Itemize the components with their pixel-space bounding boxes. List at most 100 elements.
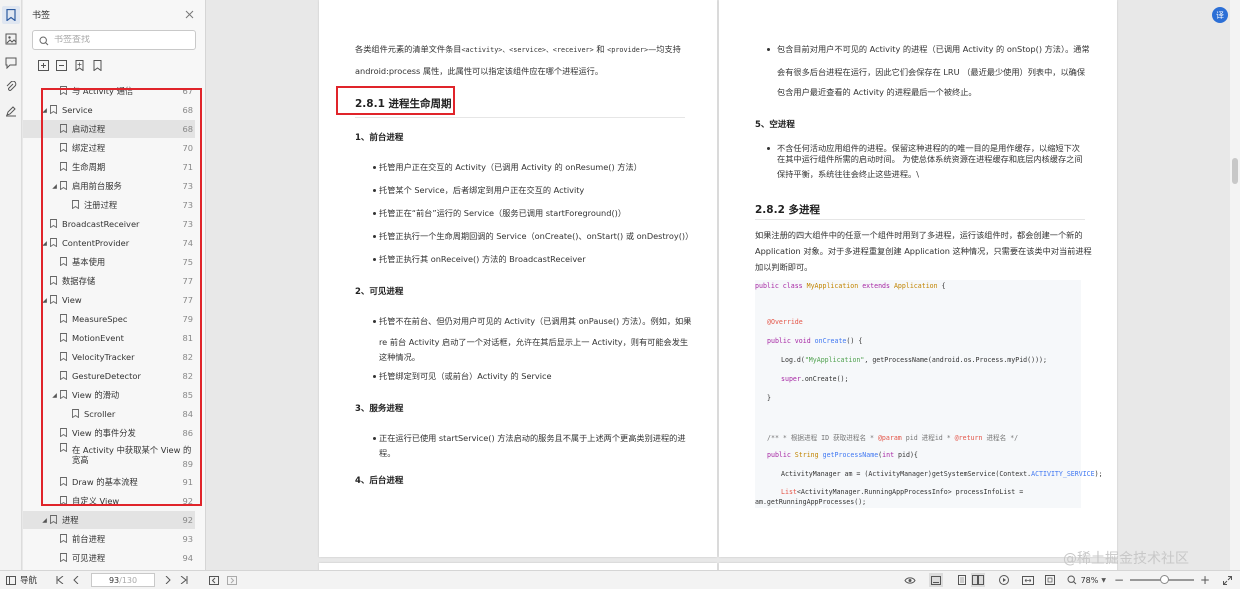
page-number-field[interactable]: 93/130 xyxy=(91,573,156,587)
fit-width-icon[interactable] xyxy=(1021,573,1035,587)
navigation-icon[interactable] xyxy=(4,573,18,587)
bullet xyxy=(373,320,376,323)
page-left: 各类组件元素的清单文件条目<activity>、<service>、<recei… xyxy=(319,0,717,557)
expand-all-icon[interactable] xyxy=(36,58,50,72)
pdf-reader-window: 书签 与 Activity 通信67◢Service xyxy=(0,0,1240,589)
collapse-triangle-icon[interactable]: ◢ xyxy=(41,517,48,524)
fg-item: 托管正执行一个生命周期回调的 Service（onCreate()、onStar… xyxy=(379,231,694,241)
close-icon[interactable] xyxy=(183,8,195,20)
code-line: public String getProcessName(int pid){ xyxy=(767,451,918,459)
service-line-2: 程。 xyxy=(379,448,396,458)
chevron-down-icon[interactable]: ▼ xyxy=(1101,577,1106,584)
fg-item: 托管用户正在交互的 Activity（已调用 Activity 的 onResu… xyxy=(379,162,642,172)
zoom-out-button[interactable]: − xyxy=(1112,573,1126,587)
page-left-next xyxy=(319,563,717,570)
page-right-next xyxy=(719,563,1117,570)
last-page-icon[interactable] xyxy=(177,573,191,587)
section-title-281: 2.8.1 进程生命周期 xyxy=(355,98,452,110)
code-line: @Override xyxy=(767,318,803,326)
service-line-1: 正在运行已使用 startService() 方法启动的服务且不属于上述两个更高… xyxy=(379,433,686,443)
zoom-in-button[interactable]: + xyxy=(1198,573,1212,587)
bookmark-toolbar xyxy=(23,50,205,78)
bookmark-panel-icon[interactable] xyxy=(2,6,20,24)
panel-title: 书签 xyxy=(32,10,51,21)
bookmark-label: 前台进程 xyxy=(72,534,106,544)
code-line: am.getRunningAppProcesses(); xyxy=(755,498,867,506)
code-line: Log.d("MyApplication", getProcessName(an… xyxy=(781,356,1047,364)
zoom-dropdown-icon[interactable] xyxy=(1065,573,1079,587)
empty-line-2: 在其中运行组件所需的启动时间。 为使总体系统资源在进程缓存和底层内核缓存之间 xyxy=(777,154,1083,164)
full-screen-icon[interactable] xyxy=(928,573,943,587)
single-page-icon[interactable] xyxy=(955,573,969,587)
page-right: 包含目前对用户不可见的 Activity 的进程（已调用 Activity 的 … xyxy=(719,0,1117,557)
heading-foreground: 1、前台进程 xyxy=(355,133,404,143)
visible-item-1-line-2: re 前台 Activity 启动了一个对话框，允许在其后显示上一 Activi… xyxy=(379,337,689,347)
highlight-box-bookmarks xyxy=(41,88,202,506)
fg-item: 托管正执行其 onReceive() 方法的 BroadcastReceiver xyxy=(379,254,586,264)
visible-item-2: 托管绑定到可见（或前台）Activity 的 Service xyxy=(379,371,552,381)
signature-icon[interactable] xyxy=(2,102,20,120)
divider xyxy=(755,219,1085,220)
bullet xyxy=(767,48,770,51)
bullet xyxy=(373,189,376,192)
bookmark-icon xyxy=(60,553,69,563)
next-page-icon[interactable] xyxy=(161,573,175,587)
bullet xyxy=(373,166,376,169)
bullet xyxy=(373,375,376,378)
background-line-2: 会有很多后台进程在运行，因此它们会保存在 LRU （最近最少使用）列表中，以确保 xyxy=(777,67,1086,77)
empty-line-3: 保持平衡，系统往往会终止这些进程。\ xyxy=(777,169,919,179)
bookmark-item[interactable]: 前台进程 93 xyxy=(23,530,195,548)
forward-icon[interactable] xyxy=(225,573,239,587)
bookmark-search-input[interactable] xyxy=(54,35,194,45)
left-tool-rail xyxy=(0,0,22,570)
code-line: /** * 根据进程 ID 获取进程名 * @param pid 进程id * … xyxy=(767,434,1019,442)
divider xyxy=(355,117,685,118)
code-block: public class MyApplication extends Appli… xyxy=(755,280,1103,508)
zoom-level[interactable]: 78% xyxy=(1081,576,1099,585)
paragraph-line-2: Application 对象。对于多进程重复创建 Application 这种情… xyxy=(755,246,1092,256)
comment-icon[interactable] xyxy=(2,54,20,72)
bullet xyxy=(373,212,376,215)
bookmark-item[interactable]: ◢ 进程 92 xyxy=(23,511,195,529)
expand-icon[interactable] xyxy=(1220,573,1234,587)
thumbnail-icon[interactable] xyxy=(2,30,20,48)
collapse-all-icon[interactable] xyxy=(54,58,68,72)
navigation-label[interactable]: 导航 xyxy=(20,574,37,586)
heading-background: 4、后台进程 xyxy=(355,476,404,486)
bookmark-search-box xyxy=(32,30,196,50)
document-view: 各类组件元素的清单文件条目<activity>、<service>、<recei… xyxy=(207,0,1240,570)
add-bookmark-icon[interactable] xyxy=(72,58,86,72)
double-page-icon[interactable] xyxy=(970,573,985,587)
play-icon[interactable] xyxy=(997,573,1011,587)
translate-button[interactable]: 译 xyxy=(1212,7,1228,23)
heading-visible: 2、可见进程 xyxy=(355,287,404,297)
watermark: @稀土掘金技术社区 xyxy=(1063,551,1189,567)
code-line: public void onCreate() { xyxy=(767,337,863,345)
bookmark-icon[interactable] xyxy=(90,58,104,72)
prev-page-icon[interactable] xyxy=(69,573,83,587)
code-line: } xyxy=(767,394,771,402)
heading-empty: 5、空进程 xyxy=(755,120,795,130)
bookmark-page-number: 92 xyxy=(182,515,193,525)
back-icon[interactable] xyxy=(207,573,221,587)
visible-item-1-line-3: 这种情况。 xyxy=(379,352,420,362)
attachment-icon[interactable] xyxy=(2,78,20,96)
bookmark-page-number: 93 xyxy=(182,534,193,544)
bookmark-icon xyxy=(60,534,69,544)
eye-protection-icon[interactable] xyxy=(903,573,917,587)
zoom-slider[interactable] xyxy=(1130,575,1194,584)
zoom-slider-knob[interactable] xyxy=(1160,575,1169,584)
search-icon xyxy=(39,31,49,50)
scrollbar-thumb[interactable] xyxy=(1232,158,1238,184)
current-page[interactable]: 93 xyxy=(109,576,119,585)
code-line: public class MyApplication extends Appli… xyxy=(755,282,946,290)
bookmark-icon xyxy=(50,515,59,525)
bookmark-item[interactable]: 可见进程 94 xyxy=(23,549,195,567)
first-page-icon[interactable] xyxy=(53,573,67,587)
fit-page-icon[interactable] xyxy=(1043,573,1057,587)
vertical-scrollbar[interactable] xyxy=(1230,0,1240,570)
background-line-3: 包含用户最近查看的 Activity 的进程最后一个被终止。 xyxy=(777,87,977,97)
status-bar: 导航 93/130 78% ▼ − + xyxy=(0,570,1240,589)
intro-line-1: 各类组件元素的清单文件条目<activity>、<service>、<recei… xyxy=(355,44,681,54)
code-line: ActivityManager am = (ActivityManager)ge… xyxy=(781,470,1103,478)
